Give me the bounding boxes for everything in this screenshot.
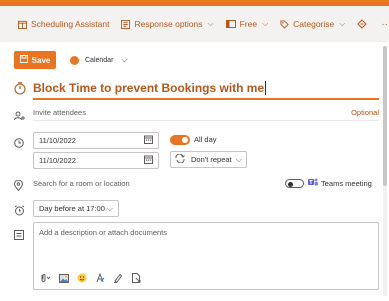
calendar-label: Calendar xyxy=(85,56,114,64)
end-date-value: 11/10/2022 xyxy=(39,156,76,165)
time-icon xyxy=(14,135,24,153)
optional-attendees-link[interactable]: Optional xyxy=(351,108,379,117)
location-placeholder: Search for a room or location xyxy=(33,178,130,188)
reminder-value: Day before at 17:00 xyxy=(39,204,105,213)
calendar-selector[interactable]: Calendar ⌵ xyxy=(70,52,128,68)
immersive-reader-button[interactable] xyxy=(357,19,368,29)
chevron-down-icon: ⌵ xyxy=(121,55,128,64)
alarm-icon xyxy=(14,203,25,221)
scheduling-assistant-label: Scheduling Assistant xyxy=(31,19,110,29)
attendees-placeholder: Invite attendees xyxy=(33,108,86,117)
calendar-picker-icon[interactable] xyxy=(144,155,153,166)
image-icon[interactable] xyxy=(59,273,69,283)
repeat-icon xyxy=(175,153,185,165)
response-options-icon xyxy=(121,19,131,29)
chevron-down-icon: ⌵ xyxy=(235,154,242,164)
more-icon: ··· xyxy=(381,18,389,30)
save-button[interactable]: Save xyxy=(14,51,56,69)
scrollbar[interactable] xyxy=(383,46,387,296)
categorise-button[interactable]: Categorise ⌵ xyxy=(280,19,345,29)
chevron-down-icon: ⌵ xyxy=(106,203,113,213)
free-busy-icon xyxy=(225,20,236,28)
calendar-picker-icon[interactable] xyxy=(144,135,153,146)
toolbar: Scheduling Assistant Response options ⌵ … xyxy=(0,6,389,42)
save-icon xyxy=(19,55,32,65)
categorise-icon xyxy=(280,19,289,29)
people-add-icon xyxy=(14,108,25,126)
start-date-picker[interactable]: 11/10/2022 xyxy=(33,132,159,149)
teams-icon: T xyxy=(308,177,318,189)
location-icon xyxy=(13,178,24,196)
teams-meeting-label: Teams meeting xyxy=(321,178,372,188)
location-input[interactable]: Search for a room or location xyxy=(33,176,273,190)
calendar-color-dot xyxy=(70,55,79,65)
all-day-toggle[interactable] xyxy=(170,135,190,145)
svg-text:T: T xyxy=(309,180,313,186)
scrollbar-thumb[interactable] xyxy=(383,46,387,186)
repeat-value: Don't repeat xyxy=(191,155,232,164)
format-icon[interactable] xyxy=(95,273,105,283)
teams-meeting-toggle[interactable] xyxy=(285,179,304,188)
text-caret xyxy=(265,81,267,95)
reminder-dropdown[interactable]: Day before at 17:00 ⌵ xyxy=(33,200,119,217)
teams-meeting-label-group: T Teams meeting xyxy=(308,176,372,190)
start-date-value: 11/10/2022 xyxy=(39,136,76,145)
file-icon[interactable] xyxy=(131,273,141,283)
free-busy-label: Free xyxy=(239,19,258,29)
chevron-down-icon: ⌵ xyxy=(262,19,269,28)
description-placeholder: Add a description or attach documents xyxy=(39,228,167,237)
response-options-button[interactable]: Response options ⌵ xyxy=(121,19,214,29)
free-busy-button[interactable]: Free ⌵ xyxy=(225,19,269,29)
immersive-reader-icon xyxy=(357,19,368,29)
event-title-text: Block Time to prevent Bookings with me xyxy=(33,81,265,95)
chevron-down-icon: ⌵ xyxy=(207,19,214,28)
categorise-label: Categorise xyxy=(293,19,335,29)
more-options-button[interactable]: ··· xyxy=(381,19,389,30)
clock-icon xyxy=(14,82,26,100)
end-date-picker[interactable]: 11/10/2022 xyxy=(33,152,159,169)
response-options-label: Response options xyxy=(134,19,203,29)
chevron-down-icon: ⌵ xyxy=(339,19,346,28)
event-title-input[interactable]: Block Time to prevent Bookings with me xyxy=(33,78,379,100)
emoji-icon[interactable] xyxy=(77,273,87,283)
save-label: Save xyxy=(31,55,51,65)
scheduling-icon xyxy=(18,20,27,29)
all-day-label: All day xyxy=(194,135,217,144)
description-toolbar xyxy=(39,271,149,285)
notes-icon xyxy=(14,227,24,245)
description-editor[interactable]: Add a description or attach documents xyxy=(33,222,379,290)
highlight-icon[interactable] xyxy=(113,273,123,283)
scheduling-assistant-button[interactable]: Scheduling Assistant xyxy=(18,19,109,29)
attach-icon[interactable] xyxy=(39,273,51,283)
repeat-dropdown[interactable]: Don't repeat ⌵ xyxy=(170,151,247,168)
attendees-input[interactable]: Invite attendees Optional xyxy=(33,105,379,121)
